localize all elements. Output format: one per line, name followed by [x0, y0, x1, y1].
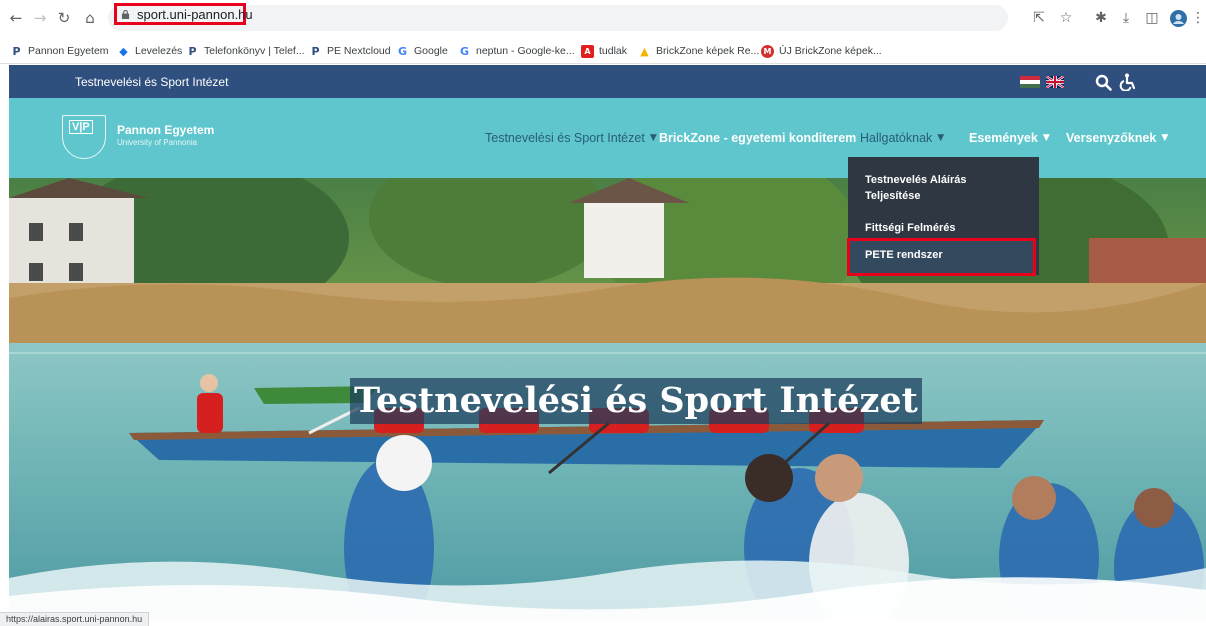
menu-item-esemenyek[interactable]: Események ▼	[969, 131, 1050, 145]
bookmark-label: Levelezés	[135, 45, 183, 57]
url-text[interactable]: sport.uni-pannon.hu	[137, 7, 253, 22]
bookmark-neptun[interactable]: G neptun - Google-ke...	[458, 43, 575, 59]
menu-kebab-icon[interactable]: ⋮	[1191, 9, 1205, 27]
bookmarks-bar: P Pannon Egyetem ◆ Levelezés P Telefonkö…	[0, 36, 1206, 64]
bookmark-label: PE Nextcloud	[327, 45, 391, 57]
bookmark-label: Pannon Egyetem	[28, 45, 109, 57]
bookmark-uj-brickzone[interactable]: M ÚJ BrickZone képek...	[761, 43, 882, 59]
bookmark-label: neptun - Google-ke...	[476, 45, 575, 57]
menu-label: Testnevelési és Sport Intézet	[485, 131, 645, 145]
chevron-down-icon: ▼	[649, 133, 657, 143]
bookmark-google[interactable]: G Google	[396, 43, 448, 59]
menu-item-testnevelesi[interactable]: Testnevelési és Sport Intézet ▼	[485, 131, 657, 145]
pannon-p-icon: P	[12, 44, 21, 58]
pannon-p-icon: P	[311, 44, 320, 58]
bookmark-pe-nextcloud[interactable]: P PE Nextcloud	[309, 43, 391, 59]
logo-subtitle: University of Pannonia	[117, 138, 198, 147]
logo-name[interactable]: Pannon Egyetem	[117, 123, 214, 137]
bookmark-label: ÚJ BrickZone képek...	[779, 45, 882, 57]
google-icon: G	[459, 44, 470, 58]
menu-label: Versenyzőknek	[1066, 131, 1157, 145]
chevron-down-icon: ▼	[1161, 133, 1169, 143]
pdf-icon: A	[581, 44, 594, 58]
dropdown-item-testneveles-alairas[interactable]: Testnevelés Aláírás Teljesítése	[865, 172, 1005, 204]
drive-icon: ▲	[640, 44, 649, 58]
menu-label: BrickZone - egyetemi konditerem	[659, 131, 857, 145]
google-icon: G	[397, 44, 408, 58]
bookmark-telefonkonyv[interactable]: P Telefonkönyv | Telef...	[186, 43, 305, 59]
bookmark-label: BrickZone képek Re...	[656, 45, 760, 57]
menu-item-hallgatoknak[interactable]: Hallgatóknak ▼	[860, 131, 944, 145]
pannon-p-icon: P	[188, 44, 197, 58]
bookmark-levelezes[interactable]: ◆ Levelezés	[117, 43, 182, 59]
status-bar-link: https://alairas.sport.uni-pannon.hu	[0, 612, 150, 626]
bookmark-tudlak[interactable]: A tudlak	[581, 43, 627, 59]
hero-title: Testnevelési és Sport Intézet	[350, 378, 922, 424]
bookmark-label: Telefonkönyv | Telef...	[204, 45, 305, 57]
university-logo-emblem[interactable]: V|P	[62, 115, 106, 159]
side-panel-icon[interactable]: ◫	[1143, 9, 1161, 27]
menu-label: Események	[969, 131, 1038, 145]
extensions-icon[interactable]: ✱	[1092, 9, 1110, 27]
back-arrow-icon[interactable]: ←	[6, 8, 26, 28]
site-top-bar: Testnevelési és Sport Intézet	[9, 65, 1206, 98]
dropdown-item-fittsegi-felmeres[interactable]: Fittségi Felmérés	[865, 220, 955, 236]
logo-letters: V|P	[69, 120, 93, 134]
share-icon[interactable]: ⇱	[1030, 9, 1048, 27]
download-icon[interactable]: ⤓	[1117, 9, 1135, 27]
reload-icon[interactable]: ↻	[54, 8, 74, 28]
bookmark-star-icon[interactable]: ☆	[1057, 9, 1075, 27]
accessibility-icon[interactable]	[1117, 71, 1139, 93]
chevron-down-icon: ▼	[1042, 133, 1050, 143]
profile-avatar-icon[interactable]	[1169, 9, 1187, 27]
home-icon[interactable]: ⌂	[80, 8, 100, 28]
hungarian-flag-icon[interactable]	[1020, 76, 1040, 88]
search-icon[interactable]	[1092, 71, 1114, 93]
browser-toolbar: ← → ↻ ⌂ sport.uni-pannon.hu ⇱ ☆ ✱ ⤓ ◫ ⋮	[0, 0, 1206, 36]
m-icon: M	[761, 44, 774, 58]
bookmark-pannon-egyetem[interactable]: P Pannon Egyetem	[10, 43, 109, 59]
top-bar-title[interactable]: Testnevelési és Sport Intézet	[75, 75, 228, 89]
menu-item-versenyzoknek[interactable]: Versenyzőknek ▼	[1066, 131, 1168, 145]
mail-icon: ◆	[119, 44, 128, 58]
forward-arrow-icon[interactable]: →	[30, 8, 50, 28]
dropdown-item-pete-rendszer[interactable]: PETE rendszer	[865, 249, 943, 261]
uk-flag-icon[interactable]	[1046, 76, 1064, 88]
menu-item-brickzone[interactable]: BrickZone - egyetemi konditerem	[659, 131, 856, 145]
chevron-down-icon: ▼	[937, 133, 945, 143]
bookmark-brickzone-kepek[interactable]: ▲ BrickZone képek Re...	[638, 43, 759, 59]
menu-label: Hallgatóknak	[860, 131, 933, 145]
lock-icon	[121, 10, 130, 19]
bookmark-label: tudlak	[599, 45, 628, 57]
bookmark-label: Google	[414, 45, 448, 57]
